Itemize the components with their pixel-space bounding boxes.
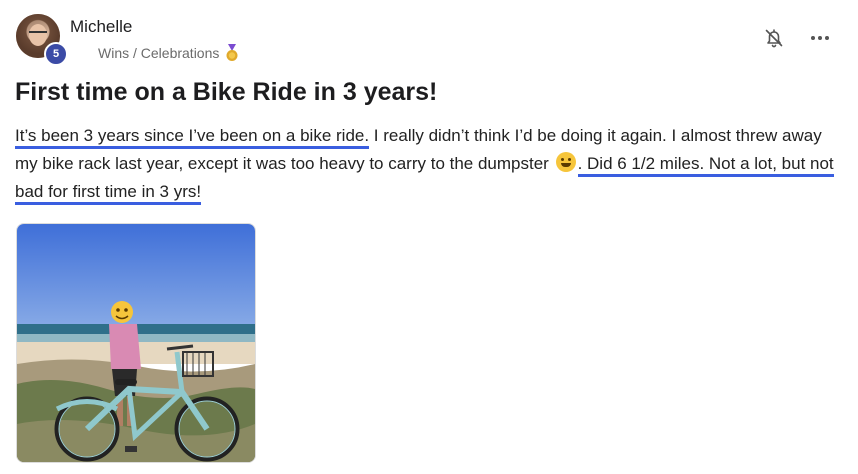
- post-image[interactable]: [16, 223, 256, 463]
- post-category[interactable]: Wins / Celebrations: [98, 44, 239, 62]
- category-label: Wins / Celebrations: [98, 45, 220, 61]
- author-name[interactable]: Michelle: [70, 17, 132, 37]
- bell-off-icon[interactable]: [762, 26, 786, 50]
- post-body: It’s been 3 years since I’ve been on a b…: [15, 122, 845, 206]
- grinning-sweat-emoji: [555, 152, 576, 172]
- more-horizontal-icon[interactable]: [808, 28, 832, 48]
- level-badge: 5: [44, 42, 68, 66]
- post-title: First time on a Bike Ride in 3 years!: [15, 78, 438, 106]
- author-avatar[interactable]: 5: [16, 14, 68, 66]
- medal-icon: [225, 44, 239, 62]
- highlighted-text: It’s been 3 years since I’ve been on a b…: [15, 126, 370, 149]
